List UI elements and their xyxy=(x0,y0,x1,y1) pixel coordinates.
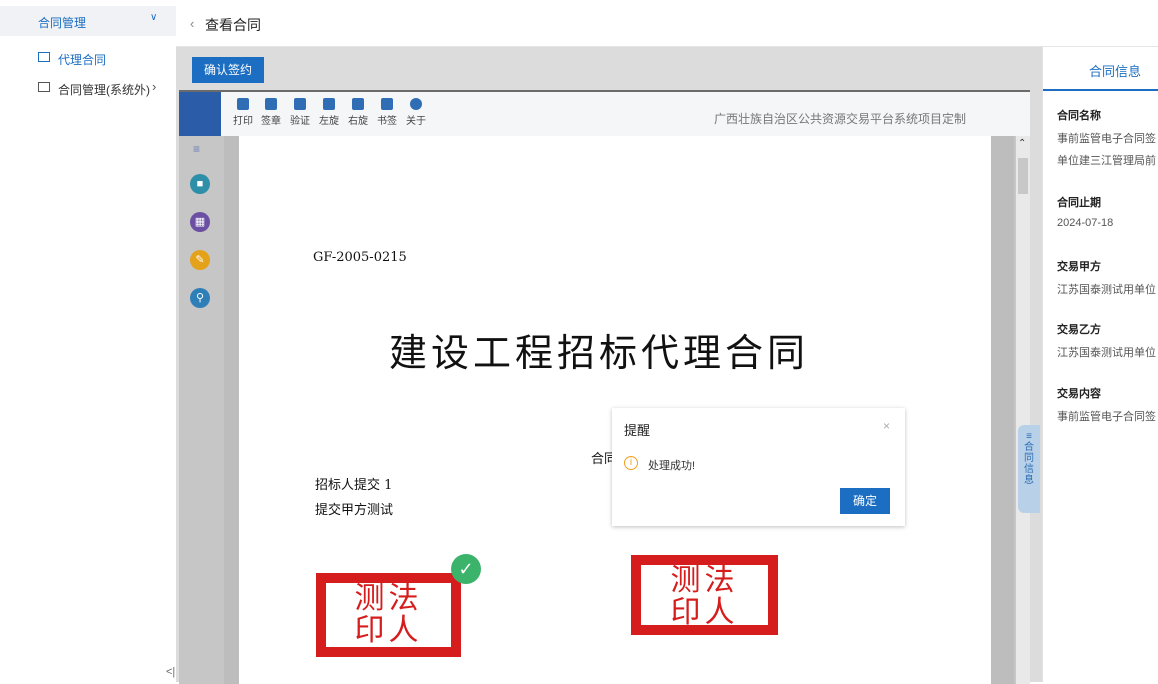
rotate-left-button[interactable]: 左旋 xyxy=(315,98,343,127)
dialog-title: 提醒 xyxy=(624,423,651,438)
contract-view-area: 确认签约 打印 签章 验证 左旋 右旋 书签 关于 广西壮族自治区公共资源交易平… xyxy=(176,47,1042,684)
viewer-toolbar: 打印 签章 验证 左旋 右旋 书签 关于 广西壮族自治区公共资源交易平台系统项目… xyxy=(179,92,1030,136)
sidebar-group-contract-management[interactable]: 合同管理 ∨ xyxy=(0,6,176,36)
panel-header: 合同信息 xyxy=(1043,47,1158,91)
document-viewer: 打印 签章 验证 左旋 右旋 书签 关于 广西壮族自治区公共资源交易平台系统项目… xyxy=(179,90,1030,684)
field-label: 交易内容 xyxy=(1057,388,1101,400)
verify-icon xyxy=(294,98,306,110)
rotate-right-button[interactable]: 右旋 xyxy=(344,98,372,127)
toolbar-label: 关于 xyxy=(406,116,426,127)
alert-dialog: 提醒 × i 处理成功! 确定 xyxy=(612,408,905,526)
stamp-text: 印人 xyxy=(670,595,739,630)
document-line-1: 招标人提交 1 xyxy=(315,478,393,493)
seal-stamp-2: 测法 印人 xyxy=(631,555,778,635)
document-code: GF-2005-0215 xyxy=(313,250,407,265)
sidebar-group-label: 合同管理 xyxy=(38,16,87,30)
dialog-message: 处理成功! xyxy=(648,460,696,472)
chevron-right-icon: › xyxy=(152,79,157,94)
contract-info-tab-label: ≡合同信息 xyxy=(1024,431,1034,486)
stamp-text: 测法 xyxy=(354,581,423,616)
bookmark-icon xyxy=(381,98,393,110)
grid-icon[interactable]: ▦ xyxy=(190,212,210,232)
sidebar-item-label: 合同管理(系统外) xyxy=(58,83,150,97)
toolbar-label: 左旋 xyxy=(319,116,339,127)
back-icon[interactable]: ‹ xyxy=(190,16,194,31)
check-icon: ✓ xyxy=(451,554,481,584)
chevron-down-icon: ∨ xyxy=(150,12,158,23)
thumbnail-icon[interactable]: ■ xyxy=(190,174,210,194)
about-button[interactable]: 关于 xyxy=(402,98,430,127)
page-title: 查看合同 xyxy=(205,17,261,33)
vertical-scrollbar[interactable]: ⌃ xyxy=(1016,136,1030,684)
scroll-thumb[interactable] xyxy=(1018,158,1028,194)
field-label: 合同名称 xyxy=(1057,110,1101,122)
field-value: 事前监管电子合同签 xyxy=(1057,133,1156,145)
scroll-up-icon[interactable]: ⌃ xyxy=(1018,138,1026,149)
search-icon[interactable]: ⚲ xyxy=(190,288,210,308)
menu-lines-icon[interactable]: ≡ xyxy=(193,142,200,156)
contract-info-tab[interactable]: ≡合同信息 xyxy=(1018,425,1040,513)
sidebar-item-external-contract[interactable]: 合同管理(系统外) › xyxy=(0,77,176,99)
stamp-button[interactable]: 签章 xyxy=(257,98,285,127)
contract-icon xyxy=(38,52,50,62)
toolbar-brand: 广西壮族自治区公共资源交易平台系统项目定制 xyxy=(714,112,967,126)
print-button[interactable]: 打印 xyxy=(229,98,257,127)
about-icon xyxy=(410,98,422,110)
page-header: ‹ 查看合同 xyxy=(176,0,1158,47)
field-value: 单位建三江管理局前 xyxy=(1057,155,1156,167)
stamp-icon xyxy=(265,98,277,110)
sidebar: 合同管理 ∨ 代理合同 合同管理(系统外) › <| xyxy=(0,0,176,682)
verify-button[interactable]: 验证 xyxy=(286,98,314,127)
viewer-left-rail: ≡ ■ ▦ ✎ ⚲ xyxy=(179,136,221,684)
toolbar-label: 书签 xyxy=(377,116,397,127)
confirm-sign-button[interactable]: 确认签约 xyxy=(192,57,264,83)
stamp-text: 测法 xyxy=(670,563,739,598)
field-label: 交易甲方 xyxy=(1057,261,1101,273)
field-value: 2024-07-18 xyxy=(1057,217,1114,229)
ok-button[interactable]: 确定 xyxy=(840,488,890,514)
document-title: 建设工程招标代理合同 xyxy=(389,331,810,375)
list-icon xyxy=(38,82,50,92)
sidebar-item-agency-contract[interactable]: 代理合同 xyxy=(0,47,176,69)
rotate-left-icon xyxy=(323,98,335,110)
field-value: 事前监管电子合同签 xyxy=(1057,411,1156,423)
seal-stamp-1: 测法 印人 xyxy=(316,573,461,657)
toolbar-accent xyxy=(179,92,221,136)
panel-title: 合同信息 xyxy=(1089,64,1142,79)
bookmark-button[interactable]: 书签 xyxy=(373,98,401,127)
pen-icon[interactable]: ✎ xyxy=(190,250,210,270)
print-icon xyxy=(237,98,249,110)
rotate-right-icon xyxy=(352,98,364,110)
close-icon[interactable]: × xyxy=(883,419,890,433)
document-line-2: 提交甲方测试 xyxy=(315,503,394,518)
toolbar-label: 验证 xyxy=(290,116,310,127)
toolbar-label: 右旋 xyxy=(348,116,368,127)
stamp-text: 印人 xyxy=(354,613,423,648)
collapse-sidebar-button[interactable]: <| xyxy=(166,666,175,678)
field-value: 江苏国泰测试用单位 xyxy=(1057,284,1156,296)
field-label: 交易乙方 xyxy=(1057,324,1101,336)
toolbar-label: 签章 xyxy=(261,116,281,127)
field-value: 江苏国泰测试用单位 xyxy=(1057,347,1156,359)
sidebar-item-label: 代理合同 xyxy=(58,53,107,67)
contract-info-panel: 合同信息 合同名称 事前监管电子合同签 单位建三江管理局前 合同止期 2024-… xyxy=(1042,47,1158,682)
info-icon: i xyxy=(624,456,638,470)
toolbar-label: 打印 xyxy=(233,116,253,127)
field-label: 合同止期 xyxy=(1057,197,1101,209)
